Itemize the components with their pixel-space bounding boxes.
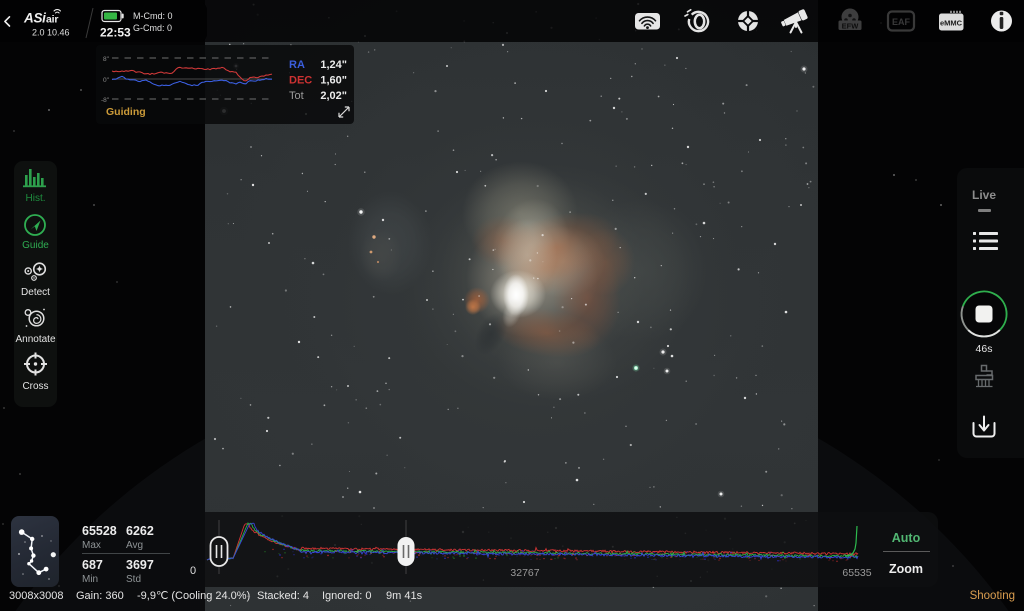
svg-text:1,60": 1,60" [320, 75, 347, 87]
svg-text:46s: 46s [976, 343, 993, 355]
svg-text:DEC: DEC [289, 75, 312, 87]
svg-text:Hist.: Hist. [26, 193, 46, 204]
svg-text:EFW: EFW [842, 21, 860, 30]
svg-text:65535: 65535 [842, 567, 871, 579]
svg-text:8": 8" [103, 56, 110, 63]
svg-text:ASi: ASi [23, 11, 46, 26]
svg-text:EAF: EAF [892, 17, 911, 27]
svg-text:2.0 10.46: 2.0 10.46 [32, 28, 70, 38]
svg-text:G-Cmd: 0: G-Cmd: 0 [133, 23, 172, 33]
svg-text:Zoom: Zoom [889, 562, 923, 576]
svg-text:RA: RA [289, 59, 305, 71]
svg-text:1,24": 1,24" [320, 59, 347, 71]
svg-text:Auto: Auto [892, 531, 921, 545]
svg-text:-8": -8" [101, 97, 110, 104]
svg-text:Tot: Tot [289, 90, 304, 102]
svg-text:Guiding: Guiding [106, 106, 146, 118]
svg-text:Cross: Cross [22, 381, 48, 392]
svg-text:32767: 32767 [510, 567, 539, 579]
svg-text:air: air [46, 14, 58, 26]
svg-text:M-Cmd: 0: M-Cmd: 0 [133, 11, 173, 21]
svg-text:2,02": 2,02" [320, 90, 347, 102]
svg-text:Annotate: Annotate [15, 334, 55, 345]
svg-text:eMMC: eMMC [940, 19, 963, 28]
svg-text:Guide: Guide [22, 240, 49, 251]
svg-text:0": 0" [103, 77, 110, 84]
svg-text:22:53: 22:53 [100, 26, 131, 40]
svg-text:Detect: Detect [21, 287, 50, 298]
